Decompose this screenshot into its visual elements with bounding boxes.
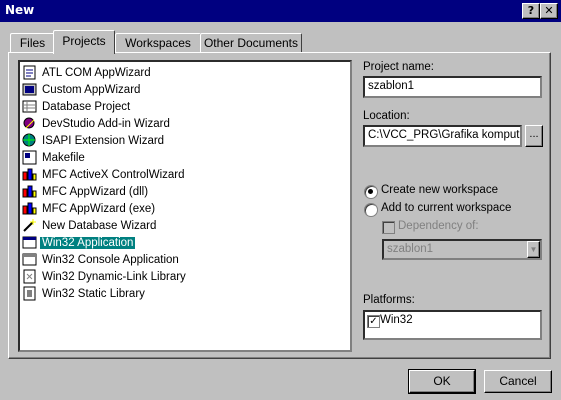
tab-workspaces[interactable]: Workspaces bbox=[115, 33, 201, 53]
close-button[interactable]: ✕ bbox=[540, 3, 558, 19]
console-icon bbox=[22, 252, 37, 267]
list-item[interactable]: Win32 Dynamic-Link Library bbox=[22, 268, 188, 285]
list-item[interactable]: Win32 Console Application bbox=[22, 251, 181, 268]
makefile-icon bbox=[22, 150, 37, 165]
database-icon bbox=[22, 99, 37, 114]
location-label: Location: bbox=[363, 110, 410, 122]
list-item[interactable]: Custom AppWizard bbox=[22, 81, 142, 98]
list-item-selected[interactable]: Win32 Application bbox=[22, 234, 137, 251]
window-app-icon bbox=[22, 235, 37, 250]
window-title: New bbox=[5, 3, 35, 17]
activex-icon bbox=[22, 167, 37, 182]
addin-wizard-icon bbox=[22, 116, 37, 131]
tab-projects[interactable]: Projects bbox=[53, 30, 115, 54]
cancel-button[interactable]: Cancel bbox=[484, 370, 552, 393]
win32-checkbox[interactable]: ✓ bbox=[367, 315, 380, 328]
custom-wizard-icon bbox=[22, 82, 37, 97]
static-library-icon bbox=[22, 286, 37, 301]
chevron-down-icon[interactable]: ▼ bbox=[527, 241, 540, 258]
tab-files[interactable]: Files bbox=[10, 33, 55, 53]
list-item[interactable]: Makefile bbox=[22, 149, 87, 166]
dependency-select[interactable]: szablon1 bbox=[382, 239, 542, 260]
mfc-dll-icon bbox=[22, 184, 37, 199]
help-button[interactable]: ? bbox=[522, 3, 540, 19]
project-name-input[interactable]: szablon1 bbox=[363, 76, 542, 98]
create-workspace-radio[interactable] bbox=[364, 185, 378, 199]
win32-platform-label: Win32 bbox=[380, 314, 413, 326]
create-workspace-label: Create new workspace bbox=[381, 184, 498, 196]
add-workspace-label: Add to current workspace bbox=[381, 202, 512, 214]
browse-button[interactable]: ... bbox=[525, 125, 543, 147]
location-input[interactable]: C:\VCC_PRG\Grafika komputerowa bbox=[363, 125, 522, 147]
add-workspace-radio[interactable] bbox=[364, 203, 378, 217]
project-type-list[interactable]: ATL COM AppWizard Custom AppWizard Datab… bbox=[18, 60, 352, 352]
dll-icon bbox=[22, 269, 37, 284]
list-item[interactable]: DevStudio Add-in Wizard bbox=[22, 115, 172, 132]
tab-other-documents[interactable]: Other Documents bbox=[200, 33, 302, 53]
dependency-value: szablon1 bbox=[387, 243, 434, 255]
atl-wizard-icon bbox=[22, 65, 37, 80]
list-item[interactable]: MFC AppWizard (dll) bbox=[22, 183, 150, 200]
dependency-checkbox[interactable] bbox=[382, 221, 395, 234]
list-item[interactable]: Database Project bbox=[22, 98, 132, 115]
platforms-list[interactable]: ✓ Win32 bbox=[363, 310, 542, 340]
platforms-label: Platforms: bbox=[363, 294, 415, 306]
project-name-label: Project name: bbox=[363, 61, 434, 73]
magic-wand-icon bbox=[22, 218, 37, 233]
list-item[interactable]: MFC AppWizard (exe) bbox=[22, 200, 157, 217]
title-bar: New ? ✕ bbox=[0, 0, 561, 22]
list-item[interactable]: MFC ActiveX ControlWizard bbox=[22, 166, 187, 183]
list-item[interactable]: New Database Wizard bbox=[22, 217, 158, 234]
dependency-label: Dependency of: bbox=[398, 220, 479, 232]
mfc-exe-icon bbox=[22, 201, 37, 216]
list-item[interactable]: ATL COM AppWizard bbox=[22, 64, 153, 81]
close-icon: ✕ bbox=[544, 4, 554, 17]
globe-icon bbox=[22, 133, 37, 148]
ok-button[interactable]: OK bbox=[408, 369, 476, 394]
list-item[interactable]: ISAPI Extension Wizard bbox=[22, 132, 166, 149]
list-item[interactable]: Win32 Static Library bbox=[22, 285, 147, 302]
